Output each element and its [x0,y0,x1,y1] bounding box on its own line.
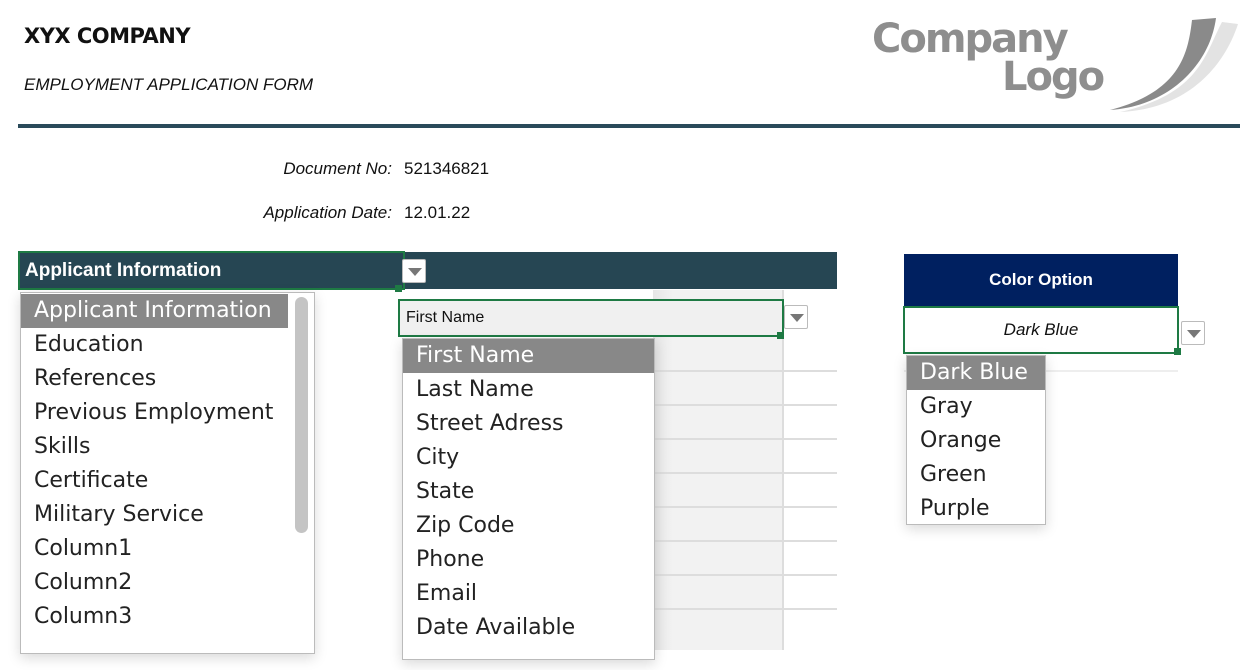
section-option[interactable]: Column3 [21,600,288,634]
fill-handle[interactable] [1174,348,1181,355]
application-date-label: Application Date: [263,203,392,222]
field-option[interactable]: Street Adress [403,407,654,441]
sheet-grid [653,290,837,650]
color-option[interactable]: Purple [907,492,1045,526]
section-option[interactable]: Column2 [21,566,288,600]
section-option[interactable]: Education [21,328,288,362]
scrollbar-thumb[interactable] [295,297,308,533]
color-option[interactable]: Green [907,458,1045,492]
fill-handle[interactable] [777,332,784,339]
color-option[interactable]: Dark Blue [907,356,1045,390]
section-option[interactable]: Military Service [21,498,288,532]
fill-handle[interactable] [395,285,402,292]
section-option[interactable]: Skills [21,430,288,464]
form-title: EMPLOYMENT APPLICATION FORM [24,75,314,94]
color-option[interactable]: Gray [907,390,1045,424]
section-select-cell[interactable]: Applicant Information [18,251,405,290]
field-option[interactable]: Phone [403,543,654,577]
color-option-header: Color Option [904,254,1178,306]
document-no-value: 521346821 [404,159,490,178]
svg-text:Logo: Logo [1002,54,1104,100]
company-logo: Company Logo [872,16,1238,112]
field-option[interactable]: Last Name [403,373,654,407]
section-dropdown-list[interactable]: Applicant Information Education References… [20,292,315,654]
field-option[interactable]: First Name [403,339,654,373]
section-option[interactable]: Certificate [21,464,288,498]
field-dropdown-list[interactable]: First Name Last Name Street Adress City Stat… [402,338,655,660]
field-option[interactable]: Email [403,577,654,611]
field-select-cell[interactable]: First Name [398,299,784,337]
section-option[interactable]: Applicant Information [21,294,288,328]
field-option[interactable]: State [403,475,654,509]
company-name: XYX COMPANY [24,24,191,48]
section-option[interactable]: Previous Employment [21,396,288,430]
color-option[interactable]: Orange [907,424,1045,458]
field-option[interactable]: Zip Code [403,509,654,543]
color-option-cell[interactable]: Dark Blue [903,306,1179,354]
color-dropdown-button[interactable] [1181,321,1205,345]
field-dropdown-button[interactable] [784,305,808,329]
field-option[interactable]: City [403,441,654,475]
document-no-label: Document No: [283,159,392,178]
header-divider [18,124,1240,128]
field-option[interactable]: Date Available [403,611,654,645]
section-option[interactable]: Column1 [21,532,288,566]
section-option[interactable]: References [21,362,288,396]
color-dropdown-list[interactable]: Dark Blue Gray Orange Green Purple [906,355,1046,525]
section-dropdown-button[interactable] [402,259,426,283]
application-date-value: 12.01.22 [404,203,471,222]
